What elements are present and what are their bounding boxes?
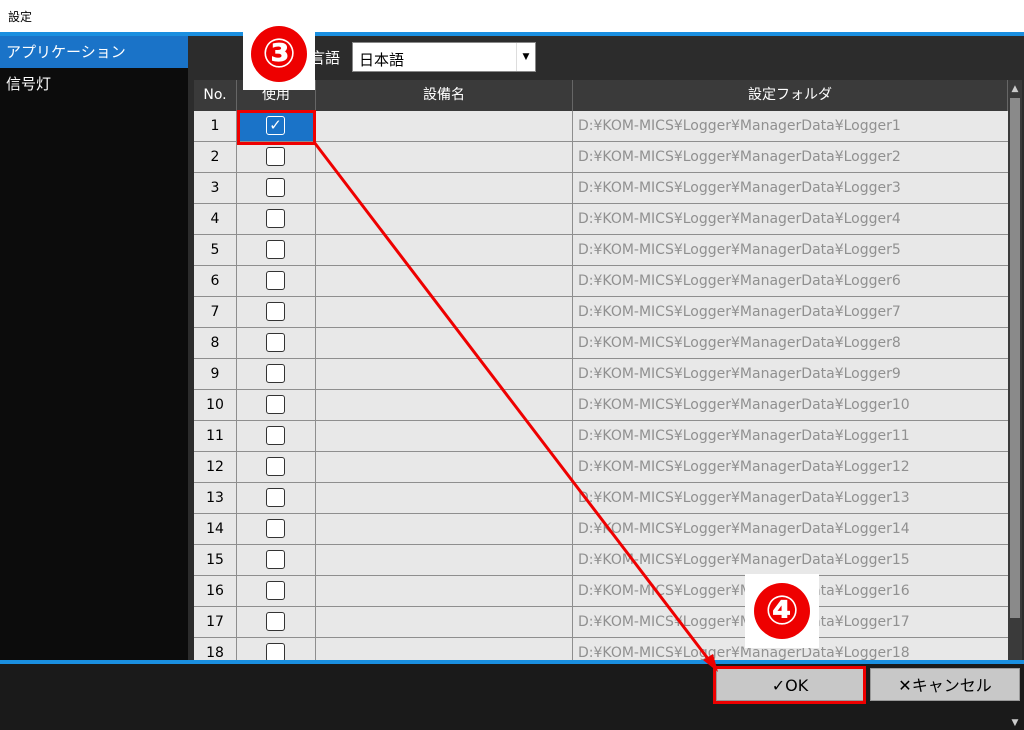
annotation-arrow — [312, 141, 718, 672]
step-3-label: ③ — [251, 26, 307, 82]
step-4-label: ④ — [754, 583, 810, 639]
scroll-down-icon[interactable]: ▼ — [1008, 716, 1022, 730]
checkbox-highlight — [237, 110, 316, 145]
step-4-badge: ④ — [745, 574, 819, 648]
step-3-badge: ③ — [243, 18, 315, 90]
ok-button-highlight — [713, 666, 866, 704]
